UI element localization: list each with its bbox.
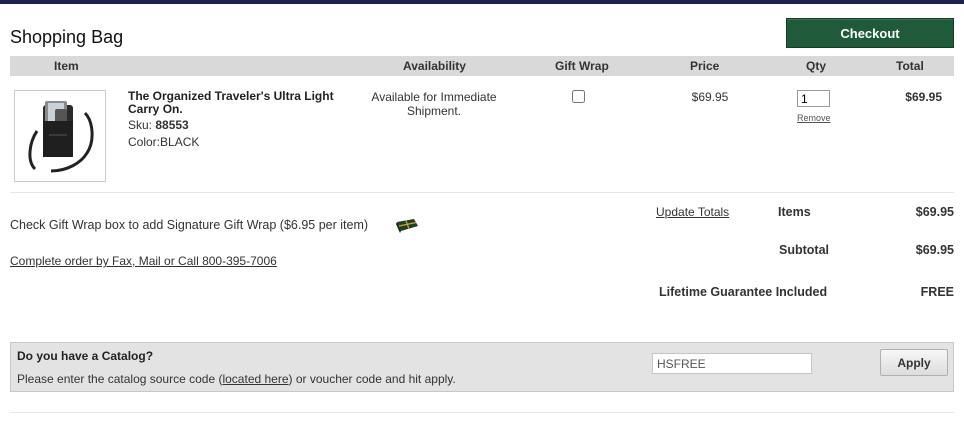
item-total: $69.95 (905, 90, 942, 104)
apply-button[interactable]: Apply (880, 349, 948, 376)
subtotal-value: $69.95 (915, 243, 954, 257)
availability-text: Available for Immediate Shipment. (371, 90, 497, 118)
remove-link[interactable]: Remove (797, 113, 831, 123)
top-bar (0, 0, 964, 4)
guarantee-label: Lifetime Guarantee Included (659, 285, 828, 299)
catalog-text-before: Please enter the catalog source code ( (17, 372, 223, 386)
items-label: Items (778, 205, 811, 219)
items-value: $69.95 (915, 205, 954, 219)
gift-wrap-checkbox[interactable] (572, 90, 585, 103)
product-name[interactable]: The Organized Traveler's Ultra Light Car… (128, 90, 348, 116)
col-availability: Availability (403, 59, 466, 73)
table-header: Item Availability Gift Wrap Price Qty To… (10, 56, 954, 76)
guarantee-value: FREE (920, 285, 954, 299)
order-by-phone-link[interactable]: Complete order by Fax, Mail or Call 800-… (10, 254, 277, 268)
sku-value: 88553 (155, 118, 189, 132)
product-image[interactable] (14, 90, 106, 182)
col-price: Price (690, 59, 720, 73)
col-item: Item (54, 59, 79, 73)
divider (10, 192, 954, 193)
bottom-divider (10, 412, 954, 413)
sku-label: Sku: (128, 118, 153, 132)
quantity-input[interactable] (797, 90, 830, 107)
col-qty: Qty (806, 59, 827, 73)
catalog-instructions: Please enter the catalog source code (lo… (17, 372, 456, 386)
page-title: Shopping Bag (10, 27, 124, 47)
catalog-title: Do you have a Catalog? (17, 349, 154, 363)
located-here-link[interactable]: located here (222, 372, 288, 386)
col-gift-wrap: Gift Wrap (555, 59, 609, 73)
catalog-code-input[interactable] (652, 353, 812, 374)
item-price: $69.95 (691, 90, 729, 104)
subtotal-label: Subtotal (779, 243, 829, 257)
catalog-box: Do you have a Catalog? Please enter the … (10, 342, 954, 392)
product-sku: Sku: 88553 (128, 118, 189, 132)
gift-wrap-note: Check Gift Wrap box to add Signature Gif… (10, 218, 369, 232)
gift-wrap-icon (396, 219, 418, 233)
col-total: Total (896, 59, 924, 73)
checkout-button[interactable]: Checkout (786, 18, 954, 48)
product-color: Color:BLACK (128, 135, 200, 149)
update-totals-link[interactable]: Update Totals (656, 205, 729, 219)
catalog-text-after: ) or voucher code and hit apply. (288, 372, 456, 386)
